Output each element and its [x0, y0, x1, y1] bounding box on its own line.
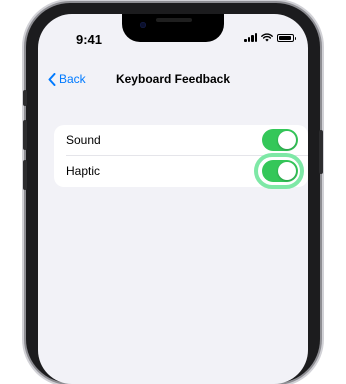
setting-label: Sound — [66, 133, 101, 147]
volume-down-button — [23, 160, 27, 190]
setting-row-haptic: Haptic — [54, 153, 308, 189]
notch — [122, 14, 224, 42]
side-button — [23, 90, 27, 106]
camera-icon — [140, 22, 146, 28]
page-title: Keyboard Feedback — [115, 72, 231, 86]
toggle-knob — [278, 162, 296, 180]
phone-screen: 9:41 Back Keyboard Feedback Sound Haptic — [38, 14, 308, 384]
volume-up-button — [23, 120, 27, 150]
power-button — [319, 130, 323, 174]
status-icons — [244, 33, 296, 42]
navigation-bar: Back Keyboard Feedback — [38, 72, 308, 94]
battery-icon — [277, 33, 296, 42]
sound-toggle[interactable] — [262, 129, 298, 151]
status-time: 9:41 — [76, 32, 103, 47]
setting-label: Haptic — [66, 164, 101, 178]
wifi-icon — [261, 33, 273, 42]
setting-row-sound: Sound — [54, 125, 308, 156]
haptic-toggle[interactable] — [262, 160, 298, 182]
speaker — [156, 18, 192, 22]
signal-icon — [244, 33, 257, 42]
toggle-knob — [278, 131, 296, 149]
settings-group: Sound Haptic — [54, 125, 308, 189]
